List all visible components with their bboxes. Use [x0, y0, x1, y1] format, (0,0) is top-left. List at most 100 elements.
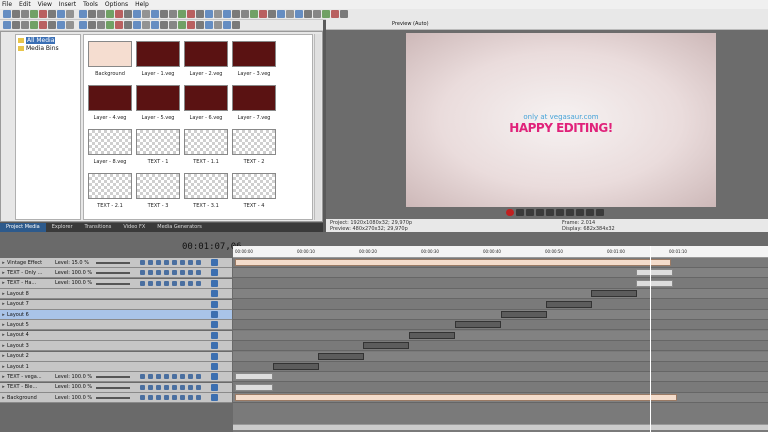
toolbar-icon[interactable] [259, 10, 267, 18]
media-thumbnail[interactable] [184, 129, 228, 155]
track-fx-icon[interactable] [211, 383, 218, 391]
vertical-scrollbar[interactable] [314, 34, 321, 220]
toolbar-icon[interactable] [115, 10, 123, 18]
track-control-icon[interactable] [156, 270, 161, 276]
time-ruler[interactable]: 00:00:00 00:00:10 00:00:20 00:00:30 00:00:40… [233, 246, 768, 258]
toolbar-icon[interactable] [48, 10, 56, 18]
toolbar-icon[interactable] [106, 21, 114, 29]
toolbar-icon[interactable] [30, 10, 38, 18]
track-control-icon[interactable] [156, 384, 161, 390]
track-control-icon[interactable] [156, 260, 161, 265]
toolbar-icon[interactable] [48, 21, 56, 29]
track-fx-icon[interactable] [211, 363, 218, 370]
expand-icon[interactable]: ▸ [0, 291, 7, 297]
track-control-icon[interactable] [172, 280, 177, 286]
menu-view[interactable]: View [38, 1, 52, 8]
expand-icon[interactable]: ▸ [0, 384, 7, 390]
track-control-icon[interactable] [148, 384, 153, 390]
tab-transitions[interactable]: Transitions [79, 223, 118, 232]
toolbar-icon[interactable] [97, 10, 105, 18]
track-control-icon[interactable] [196, 374, 201, 380]
level-slider[interactable] [96, 282, 130, 285]
horizontal-scrollbar[interactable] [233, 424, 768, 430]
go-start-icon[interactable] [566, 209, 574, 216]
loop-icon[interactable] [516, 209, 524, 216]
toolbar-icon[interactable] [322, 10, 330, 18]
toolbar-icon[interactable] [12, 10, 20, 18]
play-start-icon[interactable] [536, 209, 544, 216]
timeline-clip[interactable] [235, 373, 273, 381]
toolbar-icon[interactable] [223, 10, 231, 18]
toolbar-icon[interactable] [277, 10, 285, 18]
toolbar-icon[interactable] [313, 10, 321, 18]
prev-frame-icon[interactable] [586, 209, 594, 216]
media-thumbnail[interactable] [184, 85, 228, 111]
timeline-clip[interactable] [235, 259, 671, 266]
track-header[interactable]: ▸ TEXT - Ha... Level: 100.0 % [0, 278, 232, 289]
track-control-icon[interactable] [180, 280, 185, 286]
track-control-icon[interactable] [156, 280, 161, 286]
timeline-clip[interactable] [363, 342, 409, 350]
menu-options[interactable]: Options [105, 1, 128, 8]
next-frame-icon[interactable] [596, 209, 604, 216]
toolbar-icon[interactable] [169, 10, 177, 18]
toolbar-icon[interactable] [178, 21, 186, 29]
track-control-icon[interactable] [148, 260, 153, 265]
toolbar-icon[interactable] [3, 21, 11, 29]
toolbar-icon[interactable] [142, 21, 150, 29]
expand-icon[interactable]: ▸ [0, 374, 7, 380]
tree-item-media-bins[interactable]: Media Bins [18, 45, 59, 52]
timeline-clip[interactable] [636, 279, 673, 287]
toolbar-icon[interactable] [124, 10, 132, 18]
toolbar-icon[interactable] [295, 10, 303, 18]
track-control-icon[interactable] [140, 280, 145, 286]
track-header[interactable]: ▸ Layout 7 [0, 299, 232, 310]
menu-help[interactable]: Help [135, 1, 149, 8]
toolbar-icon[interactable] [304, 10, 312, 18]
toolbar-icon[interactable] [124, 21, 132, 29]
track-control-icon[interactable] [140, 384, 145, 390]
track-control-icon[interactable] [172, 374, 177, 380]
track-fx-icon[interactable] [211, 279, 218, 287]
toolbar-icon[interactable] [3, 10, 11, 18]
tab-project-media[interactable]: Project Media [0, 223, 46, 232]
track-control-icon[interactable] [180, 270, 185, 276]
toolbar-icon[interactable] [133, 21, 141, 29]
tab-media-generators[interactable]: Media Generators [151, 223, 208, 232]
toolbar-icon[interactable] [106, 10, 114, 18]
track-control-icon[interactable] [164, 270, 169, 276]
track-header[interactable]: ▸ Layout 4 [0, 330, 232, 341]
media-thumbnail[interactable] [88, 129, 132, 155]
toolbar-icon[interactable] [205, 21, 213, 29]
track-control-icon[interactable] [148, 280, 153, 286]
level-slider[interactable] [96, 262, 130, 264]
timeline-clip[interactable] [409, 331, 455, 339]
track-control-icon[interactable] [148, 270, 153, 276]
timeline-clip[interactable] [273, 363, 319, 370]
toolbar-icon[interactable] [187, 21, 195, 29]
toolbar-icon[interactable] [232, 10, 240, 18]
media-thumbnail[interactable] [184, 41, 228, 67]
track-fx-icon[interactable] [211, 259, 218, 266]
pause-icon[interactable] [546, 209, 554, 216]
track-control-icon[interactable] [148, 374, 153, 380]
media-thumbnail[interactable] [232, 85, 276, 111]
toolbar-icon[interactable] [21, 21, 29, 29]
toolbar-icon[interactable] [66, 21, 74, 29]
track-control-icon[interactable] [148, 395, 153, 401]
track-control-icon[interactable] [164, 260, 169, 265]
media-thumbnail[interactable] [88, 85, 132, 111]
expand-icon[interactable]: ▸ [0, 332, 7, 338]
track-control-icon[interactable] [196, 270, 201, 276]
track-fx-icon[interactable] [211, 321, 218, 329]
menu-tools[interactable]: Tools [83, 1, 98, 8]
timeline-clip[interactable] [455, 321, 501, 329]
level-slider[interactable] [96, 386, 130, 389]
toolbar-icon[interactable] [331, 10, 339, 18]
toolbar-icon[interactable] [30, 21, 38, 29]
media-thumbnail[interactable] [88, 41, 132, 67]
media-thumbnail[interactable] [136, 129, 180, 155]
timeline-clip[interactable] [235, 394, 677, 402]
toolbar-icon[interactable] [286, 10, 294, 18]
toolbar-icon[interactable] [88, 21, 96, 29]
